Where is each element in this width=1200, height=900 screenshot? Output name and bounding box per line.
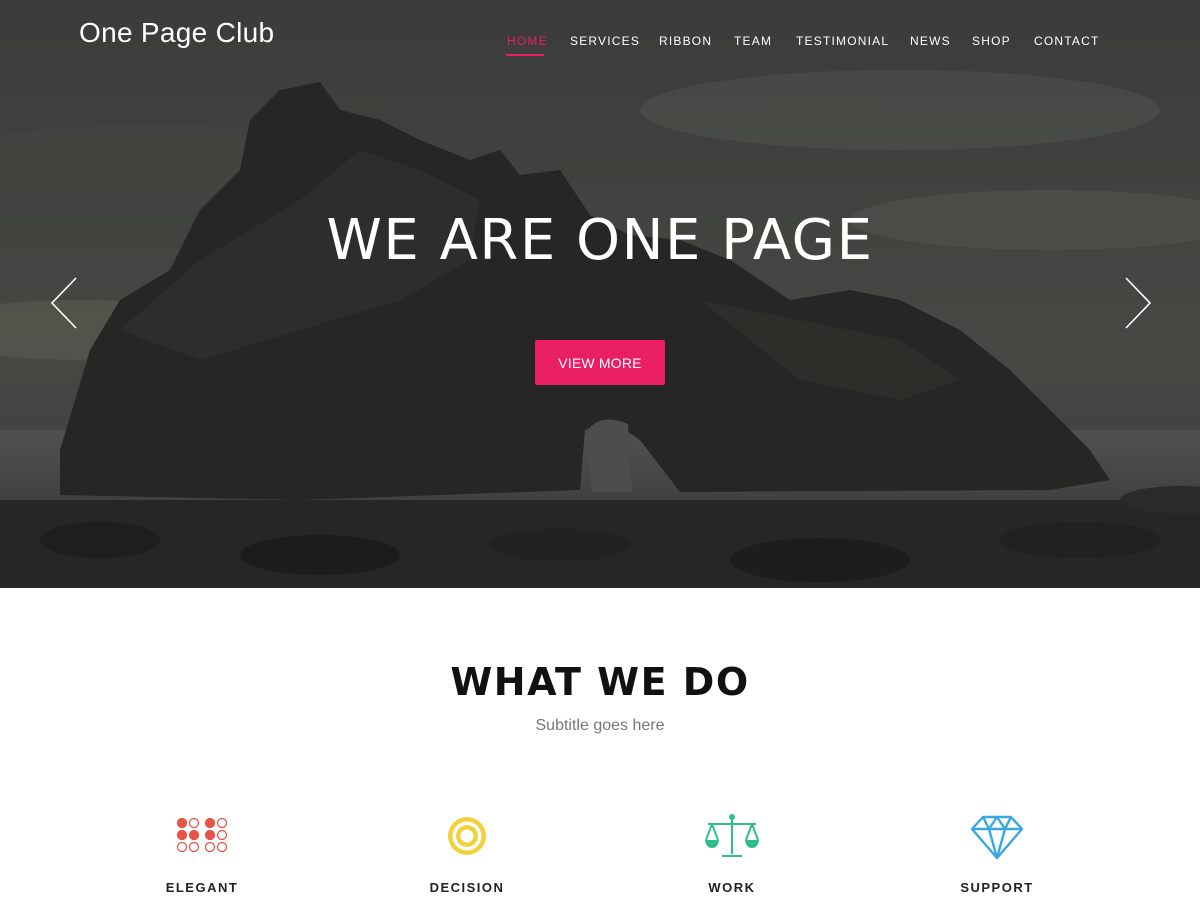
feature-support: SUPPORT: [897, 812, 1097, 895]
feature-label: ELEGANT: [165, 880, 239, 895]
chevron-right-icon[interactable]: [1122, 276, 1152, 330]
hero-background-image: [0, 0, 1200, 588]
nav-item-team[interactable]: TEAM: [734, 34, 772, 48]
section-subtitle: Subtitle goes here: [535, 717, 665, 734]
dots-grid-icon: [176, 817, 228, 853]
nav-item-shop[interactable]: SHOP: [972, 34, 1011, 48]
hero-title: WE ARE ONE PAGE: [326, 208, 874, 273]
feature-decision: DECISION: [367, 812, 567, 895]
feature-label: DECISION: [429, 880, 505, 895]
feature-label: SUPPORT: [960, 880, 1034, 895]
feature-work: WORK: [632, 812, 832, 895]
nav-item-testimonial[interactable]: TESTIMONIAL: [796, 34, 889, 48]
nav-item-contact[interactable]: CONTACT: [1034, 34, 1100, 48]
nav-active-indicator: [506, 54, 544, 56]
nav-item-news[interactable]: NEWS: [910, 34, 951, 48]
diamond-icon: [970, 815, 1024, 860]
view-more-button[interactable]: VIEW MORE: [535, 340, 665, 385]
feature-label: WORK: [708, 880, 756, 895]
scales-icon: [705, 814, 759, 857]
nav-item-ribbon[interactable]: RIBBON: [659, 34, 712, 48]
nav-item-services[interactable]: SERVICES: [570, 34, 640, 48]
main-navigation: HOME SERVICES RIBBON TEAM TESTIMONIAL NE…: [0, 34, 1200, 64]
section-title: WHAT WE DO: [450, 660, 750, 704]
chevron-left-icon[interactable]: [50, 276, 80, 330]
nav-item-home[interactable]: HOME: [507, 34, 548, 48]
feature-elegant: ELEGANT: [102, 812, 302, 895]
hero-slider: One Page Club HOME SERVICES RIBBON TEAM …: [0, 0, 1200, 588]
target-icon: [448, 817, 486, 855]
